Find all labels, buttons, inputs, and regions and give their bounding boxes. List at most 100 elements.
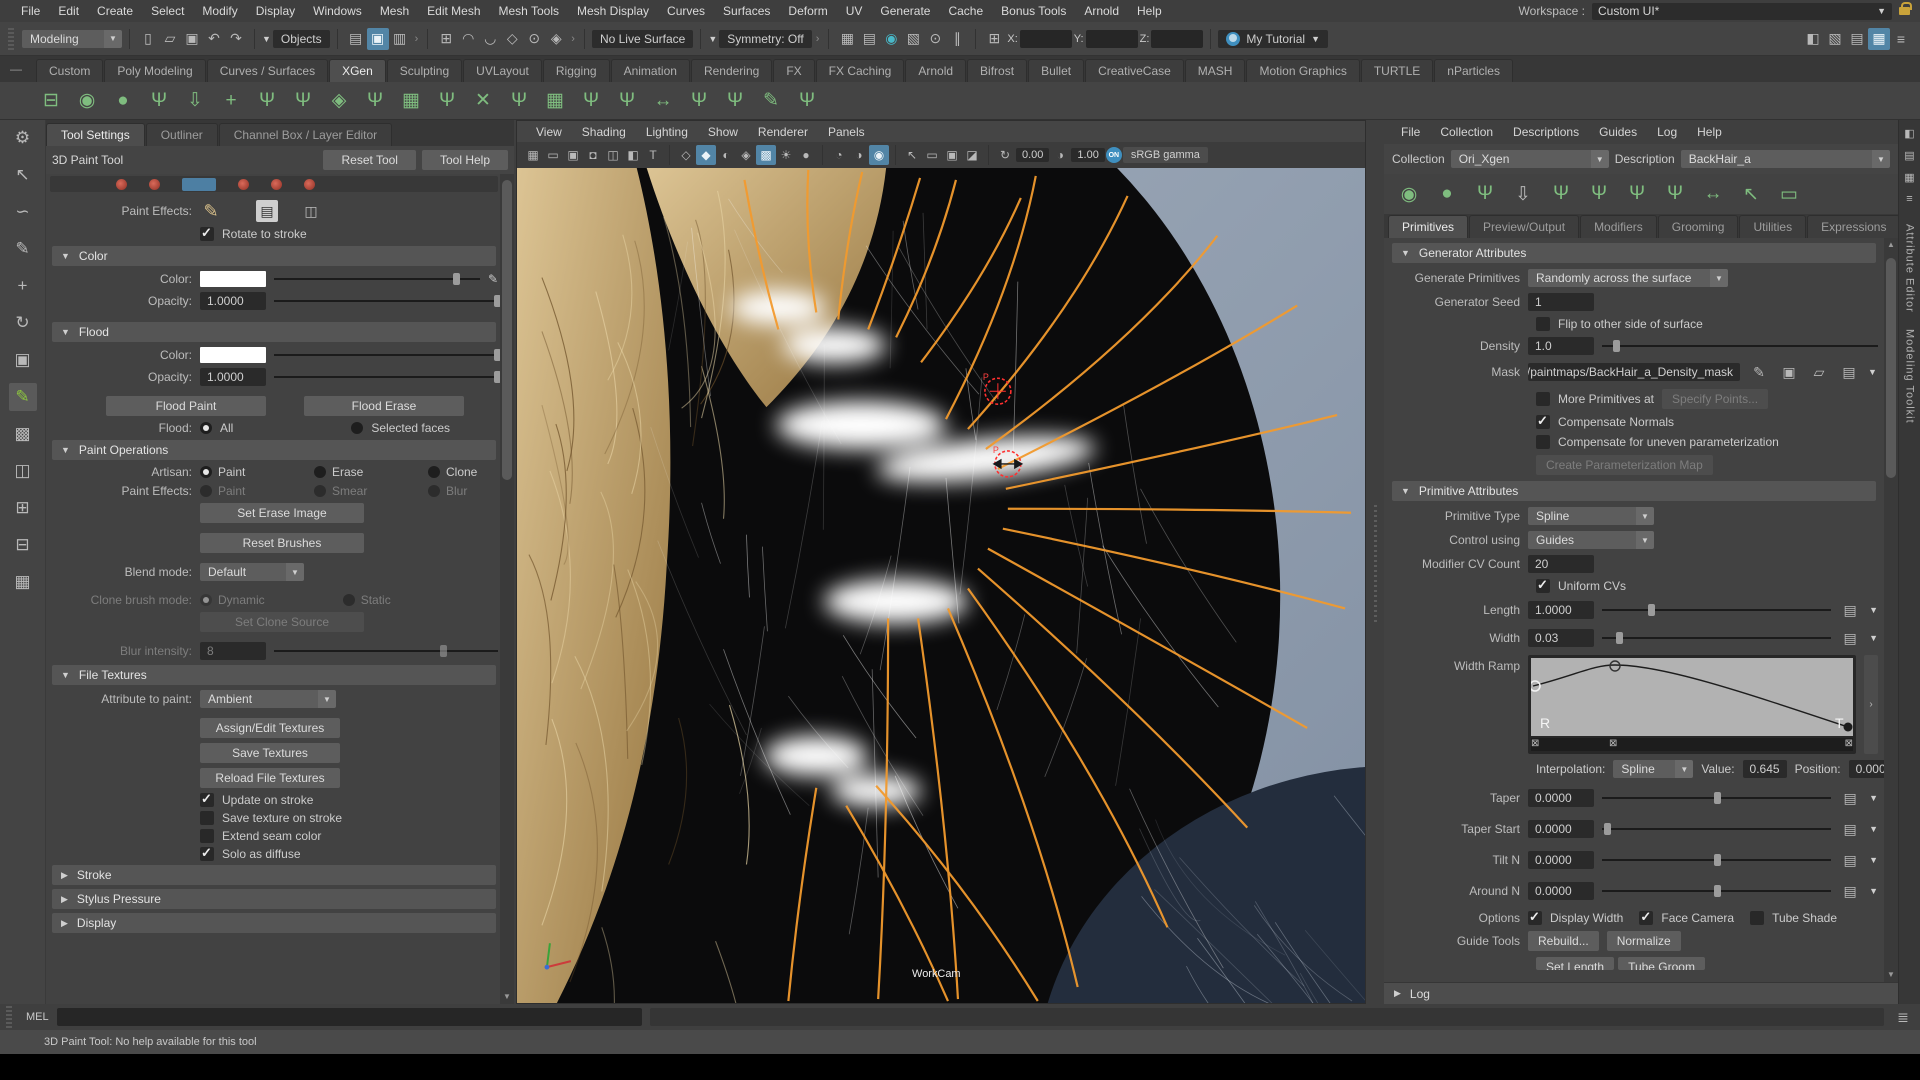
xgen-add-guide-icon[interactable]: Ψ [1546, 179, 1576, 209]
flood-opacity-field[interactable]: 1.0000 [200, 368, 266, 386]
xgen-paint-icon[interactable]: ✎ [756, 86, 786, 116]
shelf-tab[interactable]: Motion Graphics [1246, 59, 1359, 82]
xgen-noise-icon[interactable]: Ψ [684, 86, 714, 116]
flood-paint-button[interactable]: Flood Paint [106, 396, 266, 416]
open-scene-icon[interactable]: ▱ [159, 28, 181, 50]
length-slider[interactable] [1602, 603, 1831, 617]
gamma-field[interactable]: 1.00 [1071, 148, 1104, 162]
select-hierarchy-icon[interactable]: ▤ [345, 28, 367, 50]
color-section-header[interactable]: ▼Color [52, 246, 496, 266]
paintfx-option[interactable]: Paint [200, 484, 308, 498]
length-map-icon[interactable]: ▤ [1839, 599, 1861, 621]
uniform-cvs-checkbox[interactable] [1536, 579, 1550, 593]
xgen-tab[interactable]: Preview/Output [1469, 215, 1579, 238]
flood-section-header[interactable]: ▼Flood [52, 322, 496, 342]
selmask-arrow-icon[interactable]: ▼ [262, 34, 271, 44]
brush-preset-icon[interactable]: ◫ [300, 200, 322, 222]
xgen-clump-icon[interactable]: Ψ [432, 86, 462, 116]
tube-shade-checkbox[interactable] [1750, 911, 1764, 925]
snap-curve-icon[interactable]: ◠ [457, 28, 479, 50]
account-dropdown[interactable]: My Tutorial▼ [1218, 30, 1328, 48]
blur-intensity-slider[interactable] [274, 644, 498, 658]
create-parameterization-map-button[interactable]: Create Parameterization Map [1536, 455, 1713, 475]
layout-single-icon[interactable]: ⊟ [9, 531, 37, 559]
shelf-tab[interactable]: XGen [329, 59, 386, 82]
xray-icon[interactable]: ◔ [829, 145, 849, 165]
shelf-tab[interactable]: Arnold [905, 59, 966, 82]
normalize-button[interactable]: Normalize [1607, 931, 1681, 951]
xgen-editor-icon[interactable]: ⊟ [36, 86, 66, 116]
mel-command-input[interactable] [57, 1008, 642, 1026]
primitive-type-dropdown[interactable]: Spline▼ [1528, 507, 1654, 525]
lock-workspace-icon[interactable] [1899, 7, 1910, 15]
dock-channel-box-icon[interactable]: ▦ [1901, 168, 1919, 186]
xgen-add-icon[interactable]: + [216, 86, 246, 116]
menu-arrow-icon[interactable]: ▼ [1869, 824, 1878, 834]
move-tool-icon[interactable]: + [9, 272, 37, 300]
menu-item[interactable]: Mesh [371, 4, 418, 18]
collection-dropdown[interactable]: Ori_Xgen▼ [1451, 150, 1609, 168]
color-swatch[interactable] [200, 271, 266, 287]
mask-field[interactable]: DESC}/paintmaps/BackHair_a_Density_mask [1528, 363, 1740, 381]
xgen-mirror-guides-icon[interactable]: Ψ [1660, 179, 1690, 209]
menu-item[interactable]: Mesh Display [568, 4, 658, 18]
collapsed-section-header[interactable]: ▶Stroke [52, 865, 496, 885]
viewport-menu-item[interactable]: Renderer [749, 125, 817, 139]
menu-item[interactable]: Bonus Tools [992, 4, 1075, 18]
color-management-on-badge[interactable]: ON [1106, 147, 1122, 163]
dock-tool-settings-icon[interactable]: ▤ [1901, 146, 1919, 164]
map-icon[interactable]: ▤ [1839, 818, 1861, 840]
coordinate-mode-icon[interactable]: ⊞ [983, 28, 1005, 50]
xgen-grid-icon[interactable]: ▦ [396, 86, 426, 116]
ramp-value-field[interactable]: 0.645 [1743, 760, 1787, 778]
menu-item[interactable]: Create [88, 4, 142, 18]
set-erase-image-button[interactable]: Set Erase Image [200, 503, 364, 523]
shelf-tab[interactable]: Poly Modeling [104, 59, 205, 82]
shelf-tab[interactable]: Rendering [691, 59, 772, 82]
ramp-key-markers[interactable]: ⊠⊠⊠ [1531, 738, 1853, 751]
xgen-menu-item[interactable]: Descriptions [1504, 125, 1588, 139]
selection-mask-dropdown[interactable]: Objects [273, 30, 330, 48]
panel-toggle-outliner-icon[interactable]: ◧ [1802, 28, 1824, 50]
flat-shade-icon[interactable]: ◐ [716, 145, 736, 165]
mel-label[interactable]: MEL [26, 1011, 49, 1023]
symmetry-arrow-icon[interactable]: ▼ [708, 34, 717, 44]
xgen-preview-refresh-icon[interactable]: ◉ [1394, 179, 1424, 209]
menu-item[interactable]: Surfaces [714, 4, 779, 18]
dock-vertical-tab[interactable]: Modeling Toolkit [1904, 321, 1916, 432]
panel-toggle-editor-icon[interactable]: ▦ [1868, 28, 1890, 50]
snap-surface-icon[interactable]: ⊙ [523, 28, 545, 50]
shelf-tab[interactable]: FX [773, 59, 814, 82]
menu-item[interactable]: Generate [871, 4, 939, 18]
paintbrush-preview-icon[interactable]: ✎ [200, 200, 222, 222]
flood-color-swatch[interactable] [200, 347, 266, 363]
shelf-tab[interactable]: FX Caching [816, 59, 905, 82]
xgen-cut-icon[interactable]: Ψ [720, 86, 750, 116]
xgen-export-icon[interactable]: ⇩ [180, 86, 210, 116]
ramp-point-end[interactable] [1844, 723, 1853, 732]
select-component-icon[interactable]: ▥ [389, 28, 411, 50]
safe-action-icon[interactable]: ◧ [623, 145, 643, 165]
paint-operations-header[interactable]: ▼Paint Operations [52, 440, 496, 460]
image-plane-icon[interactable]: ◪ [962, 145, 982, 165]
exposure-field[interactable]: 0.00 [1016, 148, 1049, 162]
xgen-menu-item[interactable]: Guides [1590, 125, 1646, 139]
eyedropper-icon[interactable]: ✎ [488, 272, 498, 286]
menu-item[interactable]: Cache [939, 4, 992, 18]
film-gate-icon[interactable]: ▭ [543, 145, 563, 165]
xgen-patch-icon[interactable]: ◈ [324, 86, 354, 116]
display-width-checkbox[interactable] [1528, 911, 1542, 925]
opacity-field[interactable]: 1.0000 [200, 292, 266, 310]
gamma-icon[interactable]: ◑ [1050, 145, 1070, 165]
script-editor-icon[interactable]: ≣ [1892, 1006, 1914, 1028]
xgen-menu-item[interactable]: Help [1688, 125, 1731, 139]
menu-arrow-icon[interactable]: ▼ [1869, 793, 1878, 803]
xgen-guide-icon[interactable]: Ψ [252, 86, 282, 116]
shelf-tab[interactable]: CreativeCase [1085, 59, 1184, 82]
shelf-tab[interactable]: Custom [36, 59, 103, 82]
shelf-collapse-icon[interactable]: — [10, 62, 22, 76]
xgen-preview-icon[interactable]: ◉ [72, 86, 102, 116]
menu-set-dropdown[interactable]: Modeling▼ [22, 30, 122, 48]
set-clone-source-button[interactable]: Set Clone Source [200, 612, 364, 632]
width-map-icon[interactable]: ▤ [1839, 627, 1861, 649]
